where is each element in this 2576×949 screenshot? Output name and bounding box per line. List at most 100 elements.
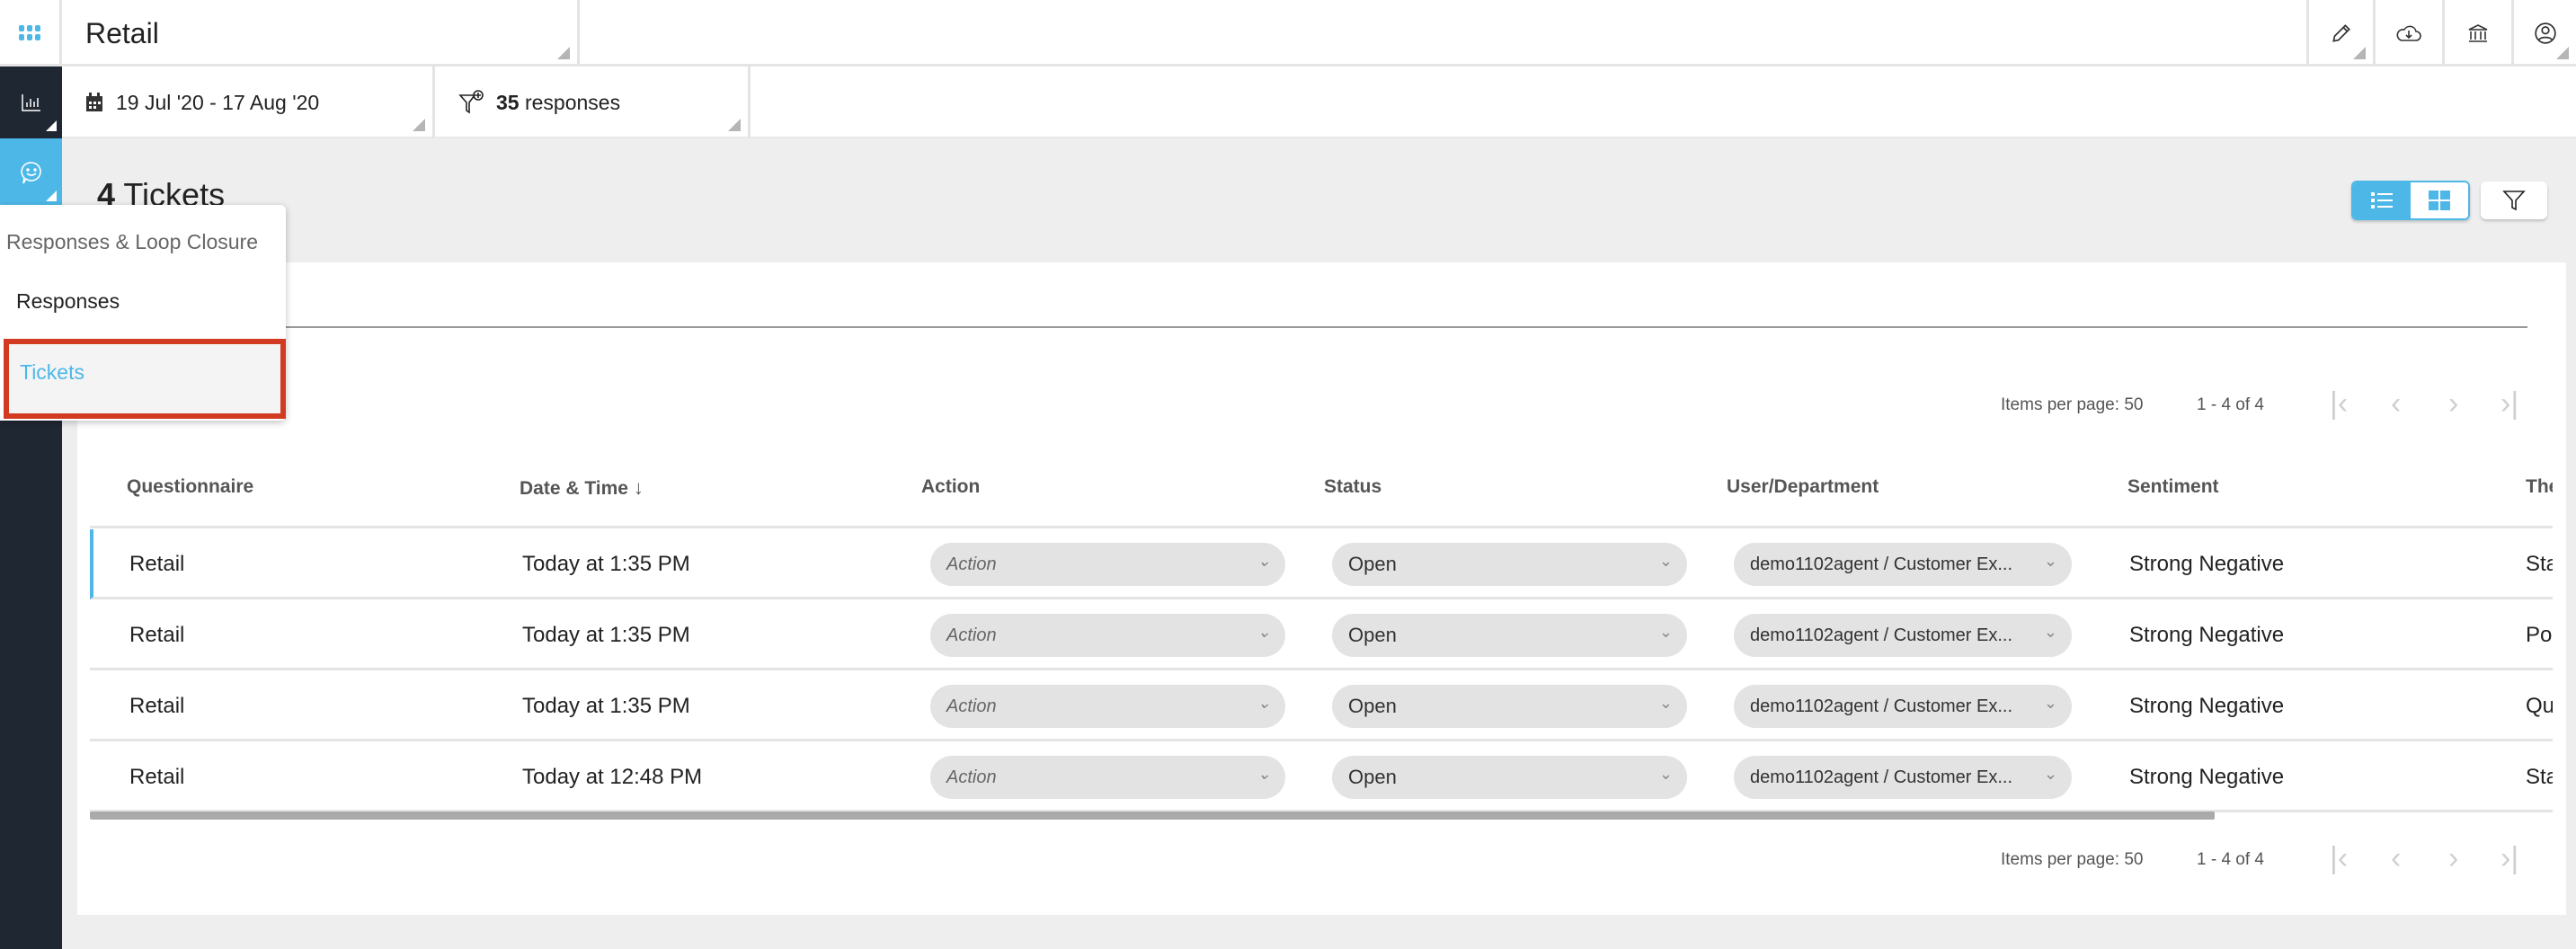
items-per-page-label: Items per page: 50 [2001, 850, 2144, 869]
status-dropdown[interactable]: Open ⌄ [1332, 685, 1687, 728]
responses-menu: Responses & Loop Closure Responses Ticke… [0, 205, 286, 421]
column-date-time[interactable]: Date & Time ↓ [520, 476, 644, 500]
menu-item-tickets[interactable]: Tickets [4, 339, 286, 419]
first-page-icon[interactable]: |‹ [2330, 386, 2348, 421]
cell-theme: Sta [2526, 552, 2553, 576]
filter-button[interactable] [2481, 182, 2547, 219]
dropdown-corner-icon [728, 119, 741, 131]
user-department-dropdown[interactable]: demo1102agent / Customer Ex... ⌄ [1734, 614, 2072, 657]
cell-sentiment: Strong Negative [2129, 552, 2285, 576]
sidebar-item-analytics[interactable] [0, 67, 62, 138]
dropdown-corner-icon [2353, 47, 2366, 59]
bank-button[interactable] [2445, 0, 2514, 67]
column-sentiment[interactable]: Sentiment [2127, 476, 2219, 498]
table-row[interactable]: Retail Today at 1:35 PM Action ⌄ Open ⌄ de… [90, 529, 2553, 599]
column-questionnaire[interactable]: Questionnaire [127, 476, 253, 498]
horizontal-scrollbar[interactable] [90, 812, 2215, 820]
chevron-down-icon: ⌄ [1257, 694, 1271, 712]
status-dropdown[interactable]: Open ⌄ [1332, 756, 1687, 799]
chevron-down-icon: ⌄ [1658, 623, 1673, 641]
status-dropdown[interactable]: Open ⌄ [1332, 543, 1687, 586]
user-department-dropdown[interactable]: demo1102agent / Customer Ex... ⌄ [1734, 685, 2072, 728]
date-range-selector[interactable]: 19 Jul '20 - 17 Aug '20 [62, 67, 435, 138]
menu-item-responses[interactable]: Responses [16, 289, 120, 314]
chat-smile-icon [20, 162, 41, 184]
action-dropdown[interactable]: Action ⌄ [930, 685, 1285, 728]
next-page-icon[interactable]: › [2448, 841, 2458, 876]
cell-sentiment: Strong Negative [2129, 765, 2285, 789]
action-dropdown[interactable]: Action ⌄ [930, 756, 1285, 799]
bar-chart-icon [21, 94, 40, 111]
user-circle-icon [2534, 22, 2556, 44]
chevron-down-icon: ⌄ [2043, 694, 2057, 712]
cell-date-time: Today at 1:35 PM [522, 623, 690, 647]
table-row[interactable]: Retail Today at 1:35 PM Action ⌄ Open ⌄ de… [90, 671, 2553, 741]
tab-divider [286, 326, 2527, 328]
chevron-down-icon: ⌄ [2043, 765, 2057, 783]
cell-date-time: Today at 12:48 PM [522, 765, 703, 789]
dropdown-corner-icon [46, 191, 57, 201]
items-per-page-label: Items per page: 50 [2001, 395, 2144, 414]
column-status[interactable]: Status [1324, 476, 1381, 498]
cell-questionnaire: Retail [129, 552, 185, 576]
user-department-dropdown[interactable]: demo1102agent / Customer Ex... ⌄ [1734, 543, 2072, 586]
questionnaire-selector[interactable]: Retail [62, 0, 580, 67]
previous-page-icon[interactable]: ‹ [2391, 386, 2401, 421]
chevron-down-icon: ⌄ [1658, 552, 1673, 570]
last-page-icon[interactable]: ›| [2500, 386, 2518, 421]
status-dropdown[interactable]: Open ⌄ [1332, 614, 1687, 657]
previous-page-icon[interactable]: ‹ [2391, 841, 2401, 876]
header-divider [90, 526, 2553, 528]
cloud-download-icon [2396, 25, 2421, 41]
column-action[interactable]: Action [921, 476, 980, 498]
chevron-down-icon: ⌄ [1257, 552, 1271, 570]
table-row[interactable]: Retail Today at 1:35 PM Action ⌄ Open ⌄ de… [90, 600, 2553, 670]
cell-sentiment: Strong Negative [2129, 623, 2285, 647]
next-page-icon[interactable]: › [2448, 386, 2458, 421]
chevron-down-icon: ⌄ [1257, 623, 1271, 641]
dropdown-corner-icon [46, 120, 57, 131]
cell-questionnaire: Retail [129, 623, 185, 647]
top-bar: Retail [0, 0, 2576, 67]
profile-button[interactable] [2514, 0, 2576, 67]
questionnaire-title: Retail [85, 16, 159, 49]
page-range: 1 - 4 of 4 [2197, 395, 2264, 414]
cell-date-time: Today at 1:35 PM [522, 694, 690, 718]
list-icon [2371, 192, 2393, 208]
last-page-icon[interactable]: ›| [2500, 841, 2518, 876]
first-page-icon[interactable]: |‹ [2330, 841, 2348, 876]
dropdown-corner-icon [413, 119, 425, 131]
filter-bar: 19 Jul '20 - 17 Aug '20 35 responses [62, 67, 2576, 138]
apps-button[interactable] [0, 0, 62, 67]
table-row[interactable]: Retail Today at 12:48 PM Action ⌄ Open ⌄ d… [90, 742, 2553, 812]
responses-count: 35 [496, 90, 520, 114]
cell-theme: Sta [2526, 765, 2553, 789]
chevron-down-icon: ⌄ [1257, 765, 1271, 783]
bank-icon [2468, 24, 2488, 42]
grid-view-button[interactable] [2411, 182, 2468, 218]
chevron-down-icon: ⌄ [1658, 765, 1673, 783]
responses-label: responses [524, 90, 621, 114]
cell-questionnaire: Retail [129, 694, 185, 718]
sort-down-icon: ↓ [633, 476, 644, 499]
action-dropdown[interactable]: Action ⌄ [930, 614, 1285, 657]
user-department-dropdown[interactable]: demo1102agent / Customer Ex... ⌄ [1734, 756, 2072, 799]
responses-filter[interactable]: 35 responses [435, 67, 751, 138]
list-view-button[interactable] [2353, 182, 2411, 218]
cell-sentiment: Strong Negative [2129, 694, 2285, 718]
pencil-icon [2332, 24, 2350, 42]
action-dropdown[interactable]: Action ⌄ [930, 543, 1285, 586]
dropdown-corner-icon [2556, 47, 2569, 59]
download-button[interactable] [2376, 0, 2445, 67]
cell-questionnaire: Retail [129, 765, 185, 789]
column-theme[interactable]: The [2526, 476, 2553, 498]
dropdown-corner-icon [557, 47, 570, 59]
items-per-page-select[interactable]: 50 [2124, 850, 2143, 869]
sidebar-item-responses[interactable] [0, 138, 62, 208]
sidebar [0, 67, 62, 949]
view-toggle [2351, 181, 2470, 220]
edit-button[interactable] [2306, 0, 2376, 67]
items-per-page-select[interactable]: 50 [2124, 395, 2143, 414]
date-range-text: 19 Jul '20 - 17 Aug '20 [116, 90, 320, 114]
column-user-department[interactable]: User/Department [1727, 476, 1879, 498]
